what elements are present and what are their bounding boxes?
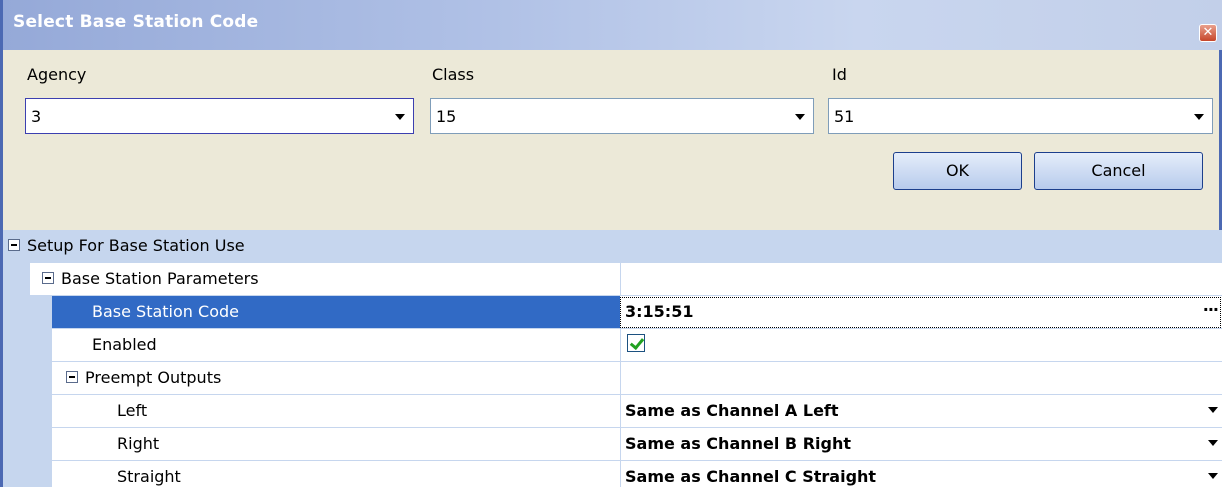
collapse-icon[interactable] [42, 272, 54, 284]
preempt-outputs-label: Preempt Outputs [85, 368, 222, 387]
preempt-outputs-row[interactable]: Preempt Outputs [3, 362, 1222, 395]
base-station-code-row[interactable]: Base Station Code 3:15:51 ··· [3, 296, 1222, 329]
enabled-label: Enabled [92, 335, 157, 354]
base-params-row[interactable]: Base Station Parameters [3, 263, 1222, 296]
collapse-icon[interactable] [8, 239, 20, 251]
ok-button[interactable]: OK [893, 152, 1022, 190]
category-row[interactable]: Setup For Base Station Use [3, 230, 1222, 263]
chevron-down-icon[interactable] [1208, 473, 1218, 479]
class-label: Class [432, 65, 475, 84]
agency-label: Agency [27, 65, 87, 84]
straight-label: Straight [117, 467, 181, 486]
ellipsis-button[interactable]: ··· [1203, 300, 1219, 319]
close-icon[interactable]: ✕ [1199, 24, 1217, 42]
chevron-down-icon[interactable] [1208, 407, 1218, 413]
agency-combo[interactable]: 3 [25, 98, 414, 134]
cancel-button[interactable]: Cancel [1034, 152, 1203, 190]
chevron-down-icon[interactable] [790, 103, 810, 129]
dialog-title: Select Base Station Code [13, 12, 259, 32]
dialog-titlebar[interactable]: Select Base Station Code ✕ [3, 0, 1222, 50]
left-row[interactable]: Left Same as Channel A Left [3, 395, 1222, 428]
property-grid: Setup For Base Station Use Base Station … [0, 230, 1222, 487]
left-label: Left [117, 401, 148, 420]
straight-row[interactable]: Straight Same as Channel C Straight [3, 461, 1222, 487]
category-label: Setup For Base Station Use [27, 236, 245, 255]
straight-value[interactable]: Same as Channel C Straight [625, 467, 876, 486]
enabled-row[interactable]: Enabled [3, 329, 1222, 362]
select-base-station-dialog: Select Base Station Code ✕ Agency Class … [0, 0, 1222, 230]
id-value: 51 [834, 107, 855, 126]
id-combo[interactable]: 51 [828, 98, 1213, 134]
chevron-down-icon[interactable] [1208, 440, 1218, 446]
collapse-icon[interactable] [66, 371, 78, 383]
left-value[interactable]: Same as Channel A Left [625, 401, 839, 420]
agency-value: 3 [31, 107, 42, 126]
base-station-code-value[interactable]: 3:15:51 [625, 302, 693, 321]
right-label: Right [117, 434, 160, 453]
chevron-down-icon[interactable] [1189, 103, 1209, 129]
chevron-down-icon[interactable] [390, 103, 410, 129]
enabled-checkbox[interactable] [627, 334, 645, 352]
right-row[interactable]: Right Same as Channel B Right [3, 428, 1222, 461]
class-value: 15 [436, 107, 457, 126]
right-value[interactable]: Same as Channel B Right [625, 434, 851, 453]
id-label: Id [832, 65, 847, 84]
base-station-code-label: Base Station Code [92, 302, 239, 321]
class-combo[interactable]: 15 [430, 98, 814, 134]
base-params-label: Base Station Parameters [61, 269, 259, 288]
